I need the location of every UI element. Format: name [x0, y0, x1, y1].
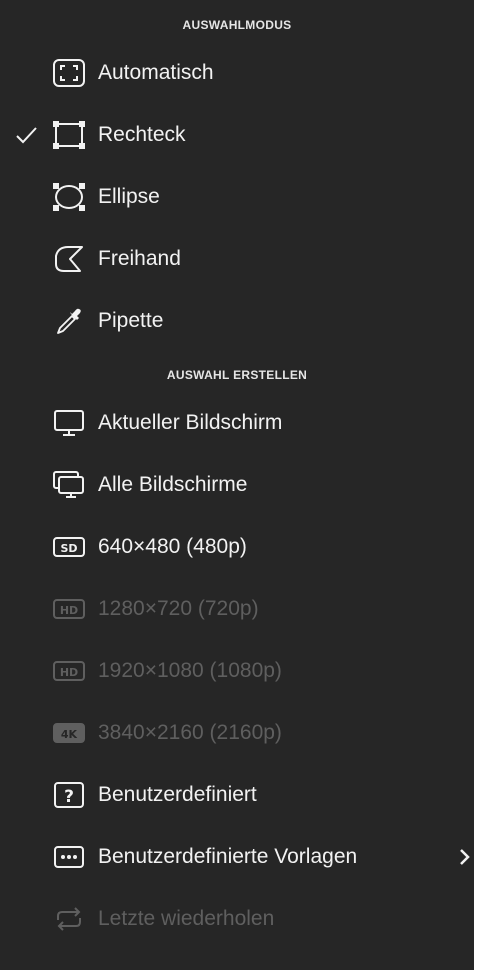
svg-text:?: ?	[64, 787, 74, 807]
menu-item-letzte-wiederholen: Letzte wiederholen	[0, 888, 474, 950]
freehand-icon	[52, 244, 98, 274]
svg-text:4K: 4K	[61, 728, 78, 741]
menu-item-ellipse[interactable]: Ellipse	[0, 166, 474, 228]
menu-item-benutzerdefinierte-vorlagen[interactable]: Benutzerdefinierte Vorlagen	[0, 826, 474, 888]
menu-item-label: Pipette	[98, 309, 164, 332]
menu-item-label: Letzte wiederholen	[98, 907, 275, 930]
menu-item-benutzerdefiniert[interactable]: ? Benutzerdefiniert	[0, 764, 474, 826]
menu-item-label: Benutzerdefinierte Vorlagen	[98, 845, 358, 868]
4k-badge-icon: 4K	[52, 718, 98, 748]
menu-item-alle-bildschirme[interactable]: Alle Bildschirme	[0, 454, 474, 516]
eyedropper-icon	[52, 306, 98, 336]
question-box-icon: ?	[52, 780, 98, 810]
auto-frame-icon	[52, 58, 98, 88]
svg-text:SD: SD	[60, 542, 77, 555]
monitors-icon	[52, 470, 98, 500]
section-header-create-selection: AUSWAHL ERSTELLEN	[166, 368, 308, 382]
hd-badge-icon: HD	[52, 656, 98, 686]
repeat-icon	[52, 904, 98, 934]
menu-item-1920x1080: HD 1920×1080 (1080p)	[0, 640, 474, 702]
menu-item-label: Benutzerdefiniert	[98, 783, 257, 806]
menu-item-label: 1920×1080 (1080p)	[98, 659, 282, 682]
menu-item-label: Ellipse	[98, 185, 160, 208]
menu-item-freihand[interactable]: Freihand	[0, 228, 474, 290]
checkmark-icon	[16, 127, 37, 144]
menu-item-aktueller-bildschirm[interactable]: Aktueller Bildschirm	[0, 392, 474, 454]
ellipse-icon	[52, 182, 98, 212]
menu-item-label: Aktueller Bildschirm	[98, 411, 283, 434]
monitor-icon	[52, 408, 98, 438]
menu-item-label: 3840×2160 (2160p)	[98, 721, 282, 744]
menu-item-label: 1280×720 (720p)	[98, 597, 259, 620]
chevron-right-icon	[460, 849, 470, 865]
hd-badge-icon: HD	[52, 594, 98, 624]
menu-item-640x480[interactable]: SD 640×480 (480p)	[0, 516, 474, 578]
menu-item-label: Freihand	[98, 247, 181, 270]
menu-item-label: Automatisch	[98, 61, 214, 84]
menu-item-label: Alle Bildschirme	[98, 473, 248, 496]
menu-item-1280x720: HD 1280×720 (720p)	[0, 578, 474, 640]
menu-item-label: 640×480 (480p)	[98, 535, 247, 558]
menu-item-automatisch[interactable]: Automatisch	[0, 42, 474, 104]
rectangle-icon	[52, 120, 98, 150]
menu-item-pipette[interactable]: Pipette	[0, 290, 474, 352]
menu-item-rechteck[interactable]: Rechteck	[0, 104, 474, 166]
selection-menu: AUSWAHLMODUS Automatisch Rechteck Ellips…	[0, 0, 474, 970]
svg-text:HD: HD	[60, 604, 78, 617]
sd-badge-icon: SD	[52, 532, 98, 562]
section-header-selection-mode: AUSWAHLMODUS	[182, 18, 292, 32]
menu-item-label: Rechteck	[98, 123, 186, 146]
menu-item-3840x2160: 4K 3840×2160 (2160p)	[0, 702, 474, 764]
svg-text:HD: HD	[60, 666, 78, 679]
ellipsis-box-icon	[52, 842, 98, 872]
